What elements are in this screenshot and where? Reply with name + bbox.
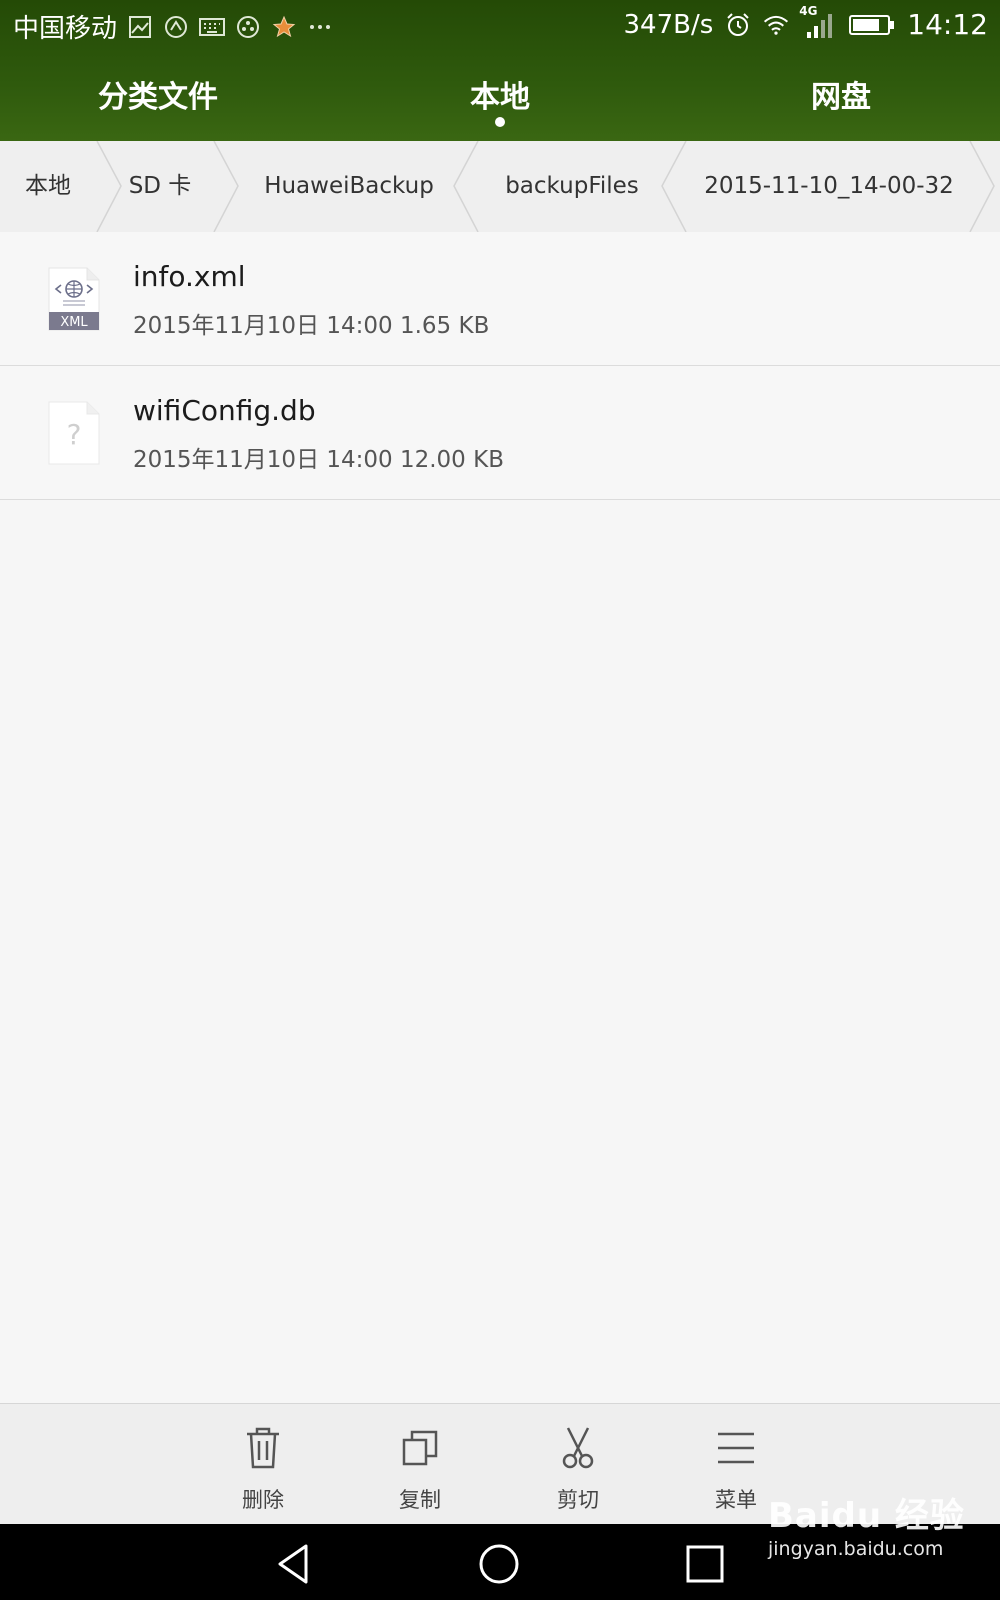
gallery-icon xyxy=(127,14,153,40)
file-row[interactable]: XML info.xml 2015年11月10日 14:00 1.65 KB xyxy=(0,232,1000,366)
breadcrumb-separator-icon xyxy=(453,141,479,232)
copy-button[interactable]: 复制 xyxy=(360,1404,480,1525)
file-meta: 2015年11月10日 14:00 1.65 KB xyxy=(133,313,490,339)
delete-label: 删除 xyxy=(242,1488,284,1512)
active-tab-indicator xyxy=(495,117,505,127)
tab-bar: 分类文件 本地 网盘 xyxy=(0,52,1000,141)
app-icon xyxy=(235,14,261,40)
back-icon[interactable] xyxy=(272,1542,316,1586)
status-left: 中国移动 xyxy=(13,8,333,45)
watermark: Baidu 经验 jingyan.baidu.com xyxy=(768,1488,978,1578)
file-list: XML info.xml 2015年11月10日 14:00 1.65 KB ?… xyxy=(0,232,1000,500)
more-icon xyxy=(307,14,333,40)
breadcrumb-sd-card[interactable]: SD 卡 xyxy=(129,141,192,232)
status-time: 14:12 xyxy=(907,8,988,41)
trash-icon xyxy=(247,1427,279,1469)
breadcrumb-local[interactable]: 本地 xyxy=(25,141,71,232)
breadcrumb-separator-icon xyxy=(661,141,687,232)
watermark-url: jingyan.baidu.com xyxy=(768,1538,944,1560)
scissors-icon xyxy=(562,1427,594,1469)
copy-label: 复制 xyxy=(399,1488,441,1512)
copy-icon xyxy=(402,1430,438,1466)
tab-local[interactable]: 本地 xyxy=(470,72,530,116)
tab-category-files[interactable]: 分类文件 xyxy=(98,72,218,116)
keyboard-icon xyxy=(199,14,226,40)
breadcrumb-huawei-backup[interactable]: HuaweiBackup xyxy=(264,141,434,232)
star-icon xyxy=(271,14,297,40)
unknown-file-icon: ? xyxy=(48,401,100,465)
watermark-brand: Baidu 经验 xyxy=(768,1496,965,1536)
battery-icon xyxy=(849,12,895,38)
xml-file-icon: XML xyxy=(48,267,100,331)
tab-cloud-drive[interactable]: 网盘 xyxy=(811,72,871,116)
menu-icon xyxy=(718,1432,754,1464)
file-meta: 2015年11月10日 14:00 12.00 KB xyxy=(133,447,504,473)
breadcrumb-separator-icon xyxy=(96,141,122,232)
status-right: 347B/s 4G 14:12 xyxy=(623,4,988,42)
app-icon xyxy=(163,14,189,40)
home-icon[interactable] xyxy=(477,1542,521,1586)
status-bar: 中国移动 347B/s 4G 14:12 xyxy=(0,0,1000,48)
xml-badge: XML xyxy=(60,315,88,330)
wifi-icon xyxy=(763,12,789,38)
file-name: wifiConfig.db xyxy=(133,394,316,427)
app-header: 中国移动 347B/s 4G 14:12 分类文件 本地 网盘 xyxy=(0,0,1000,141)
breadcrumb: 本地 SD 卡 HuaweiBackup backupFiles 2015-11… xyxy=(0,141,1000,233)
signal-icon: 4G xyxy=(799,4,837,40)
unknown-glyph: ? xyxy=(67,418,82,451)
cut-button[interactable]: 剪切 xyxy=(518,1404,638,1525)
carrier-name: 中国移动 xyxy=(13,14,118,44)
file-name: info.xml xyxy=(133,260,246,293)
recents-icon[interactable] xyxy=(683,1542,727,1586)
delete-button[interactable]: 删除 xyxy=(203,1404,323,1525)
breadcrumb-backup-files[interactable]: backupFiles xyxy=(505,141,639,232)
breadcrumb-separator-icon xyxy=(969,141,995,232)
file-row[interactable]: ? wifiConfig.db 2015年11月10日 14:00 12.00 … xyxy=(0,366,1000,500)
cut-label: 剪切 xyxy=(557,1488,599,1512)
breadcrumb-current-folder[interactable]: 2015-11-10_14-00-32 xyxy=(704,141,954,232)
alarm-icon xyxy=(725,12,751,38)
net-speed: 347B/s xyxy=(623,9,714,40)
breadcrumb-separator-icon xyxy=(213,141,239,232)
